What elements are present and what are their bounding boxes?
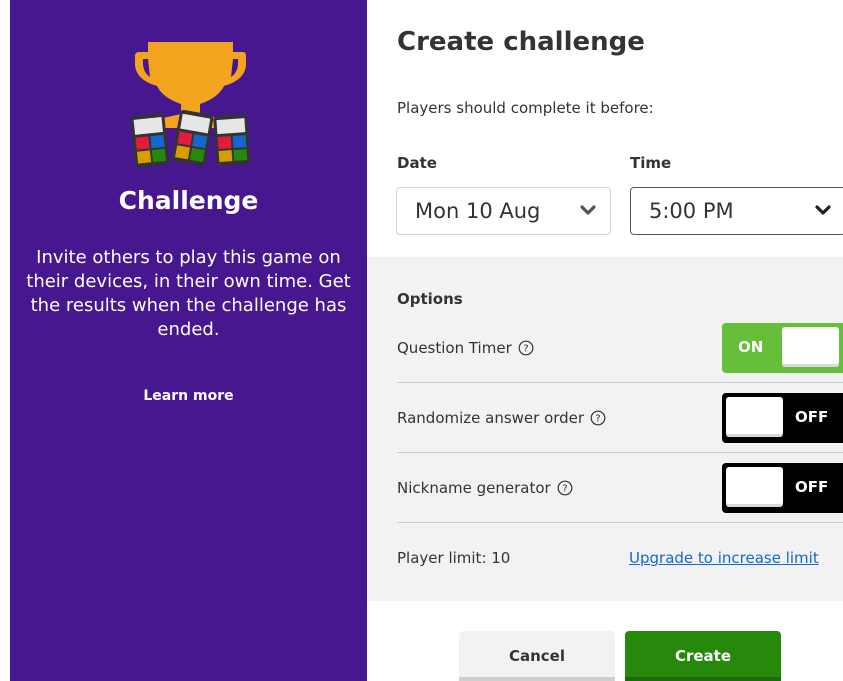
player-limit: Player limit: 10 (397, 549, 511, 567)
upgrade-link[interactable]: Upgrade to increase limit (629, 549, 819, 567)
time-value: 5:00 PM (649, 199, 734, 223)
question-timer-toggle[interactable]: ON (722, 323, 843, 373)
create-button[interactable]: Create (625, 631, 781, 681)
option-row-nickname-generator: Nickname generator ? OFF (397, 453, 843, 522)
toggle-knob (726, 397, 783, 437)
option-row-randomize: Randomize answer order ? OFF (397, 383, 843, 452)
divider (397, 522, 843, 523)
options-title: Options (397, 290, 463, 308)
cancel-button[interactable]: Cancel (459, 631, 615, 681)
time-label: Time (630, 154, 672, 172)
create-challenge-panel: Create challenge Players should complete… (367, 0, 843, 681)
trophy-with-phones-icon (130, 42, 251, 167)
learn-more-link[interactable]: Learn more (10, 388, 367, 404)
option-row-question-timer: Question Timer ? ON (397, 313, 843, 382)
challenge-sidebar: Challenge Invite others to play this gam… (10, 0, 367, 681)
left-margin (0, 0, 10, 681)
options-section: Options Question Timer ? ON Randomize an… (367, 257, 843, 601)
nickname-generator-toggle[interactable]: OFF (722, 463, 843, 513)
svg-text:?: ? (523, 343, 528, 354)
chevron-down-icon (580, 205, 596, 215)
time-select[interactable]: 5:00 PM (630, 187, 843, 235)
question-circle-icon[interactable]: ? (590, 410, 606, 426)
toggle-knob (726, 467, 783, 507)
date-label: Date (397, 154, 437, 172)
option-label: Question Timer (397, 338, 512, 357)
date-select[interactable]: Mon 10 Aug (396, 187, 611, 235)
deadline-subtitle: Players should complete it before: (397, 99, 654, 117)
svg-text:?: ? (562, 483, 567, 494)
toggle-knob (782, 327, 839, 367)
randomize-answer-order-toggle[interactable]: OFF (722, 393, 843, 443)
toggle-state: ON (738, 338, 764, 356)
svg-text:?: ? (595, 413, 600, 424)
page-title: Create challenge (397, 27, 645, 57)
toggle-state: OFF (795, 408, 829, 426)
question-circle-icon[interactable]: ? (557, 480, 573, 496)
date-value: Mon 10 Aug (415, 199, 541, 223)
option-label: Randomize answer order (397, 408, 585, 427)
option-label: Nickname generator (397, 478, 551, 497)
question-circle-icon[interactable]: ? (518, 340, 534, 356)
toggle-state: OFF (795, 478, 829, 496)
chevron-down-icon (815, 205, 831, 215)
sidebar-description: Invite others to play this game on their… (26, 247, 351, 340)
sidebar-title: Challenge (118, 186, 259, 215)
